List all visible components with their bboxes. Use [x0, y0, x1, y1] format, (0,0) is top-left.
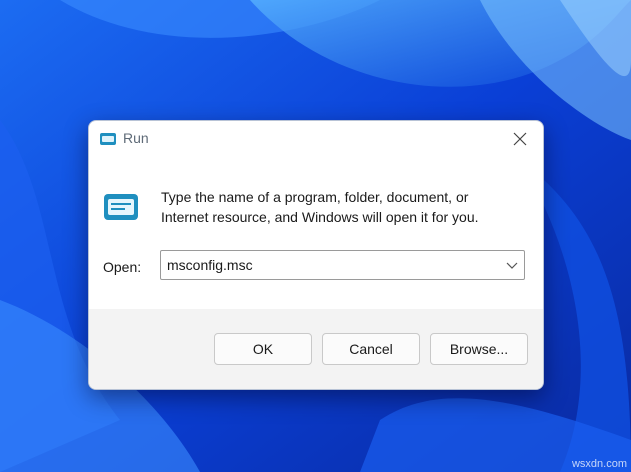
- description-text: Type the name of a program, folder, docu…: [161, 187, 531, 227]
- window-title: Run: [123, 130, 149, 146]
- close-button[interactable]: [497, 121, 543, 157]
- title-bar[interactable]: Run: [89, 121, 543, 157]
- ok-button[interactable]: OK: [214, 333, 312, 365]
- open-combobox[interactable]: [160, 250, 525, 280]
- close-icon: [513, 132, 527, 146]
- run-dialog: Run Type the name of a program, folder, …: [88, 120, 544, 390]
- description-line-1: Type the name of a program, folder, docu…: [161, 189, 469, 205]
- run-icon: [100, 133, 116, 145]
- description-line-2: Internet resource, and Windows will open…: [161, 209, 479, 225]
- cancel-button[interactable]: Cancel: [322, 333, 420, 365]
- watermark: wsxdn.com: [571, 458, 627, 470]
- open-input[interactable]: [167, 251, 487, 279]
- browse-button[interactable]: Browse...: [430, 333, 528, 365]
- chevron-down-icon[interactable]: [506, 260, 518, 270]
- open-label: Open:: [103, 259, 142, 275]
- run-icon: [104, 194, 138, 220]
- button-bar: OK Cancel Browse...: [89, 309, 543, 389]
